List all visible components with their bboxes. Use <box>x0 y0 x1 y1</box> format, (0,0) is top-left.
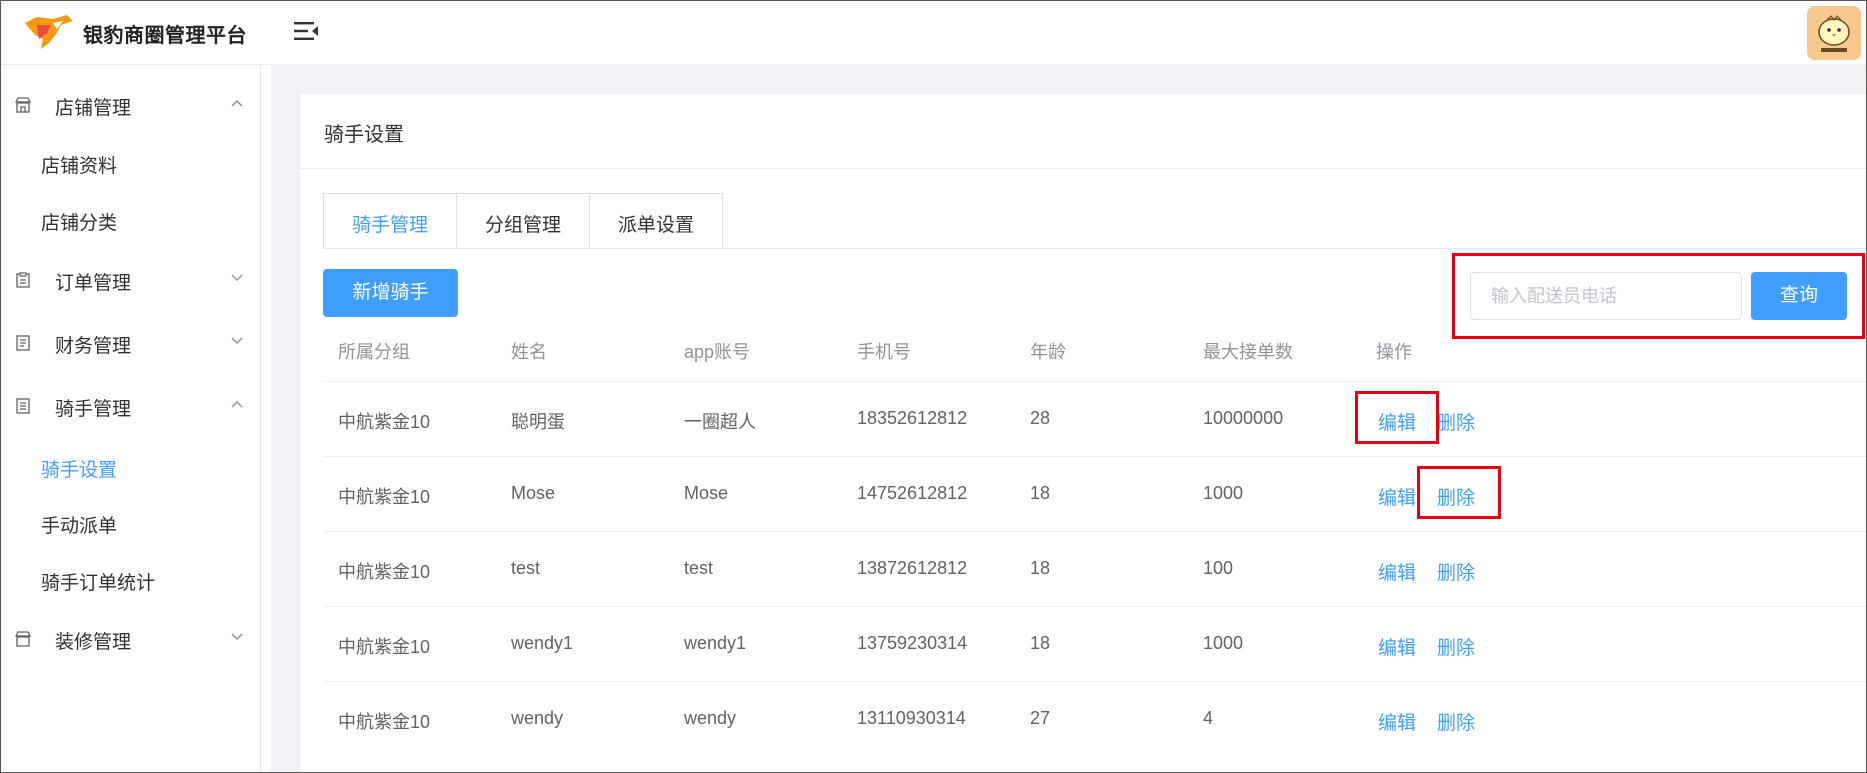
cell-age: 28 <box>1030 408 1051 428</box>
cell-group: 中航紫金10 <box>338 712 431 732</box>
sidebar: 店铺管理 店铺资料 店铺分类 订单管理 财务管理 骑手管理 骑手设置 手动派单 … <box>1 65 261 772</box>
cell-name: Mose <box>511 483 556 503</box>
delete-link[interactable]: 删除 <box>1437 708 1475 735</box>
rider-icon <box>16 398 30 414</box>
leopard-logo-icon <box>25 15 73 49</box>
clipboard-icon <box>16 272 30 288</box>
sidebar-group-label: 财务管理 <box>55 336 132 357</box>
tab-dispatch-settings[interactable]: 派单设置 <box>589 193 723 249</box>
sidebar-group-orders[interactable]: 订单管理 <box>1 252 261 308</box>
cell-phone: 13759230314 <box>857 633 968 653</box>
column-header-age: 年龄 <box>1030 342 1066 362</box>
table-row: 中航紫金10 Mose Mose 14752612812 18 1000 编辑 … <box>323 456 1866 531</box>
sidebar-group-label: 订单管理 <box>55 273 132 294</box>
sidebar-group-finance[interactable]: 财务管理 <box>1 315 261 371</box>
cell-max-orders: 100 <box>1203 558 1234 578</box>
user-avatar[interactable] <box>1807 6 1861 60</box>
chevron-down-icon <box>231 633 243 641</box>
page-title: 骑手设置 <box>324 124 404 146</box>
column-header-actions: 操作 <box>1376 342 1412 362</box>
cell-phone: 13872612812 <box>857 558 968 578</box>
table-row: 中航紫金10 聪明蛋 一圈超人 18352612812 28 10000000 … <box>323 381 1866 456</box>
sidebar-group-label: 骑手管理 <box>55 399 132 420</box>
menu-collapse-icon[interactable] <box>293 19 319 43</box>
edit-link[interactable]: 编辑 <box>1378 408 1416 435</box>
cell-age: 27 <box>1030 708 1051 728</box>
app-title: 银豹商圈管理平台 <box>83 25 247 47</box>
column-header-phone: 手机号 <box>857 342 911 362</box>
sidebar-item-rider-order-stats[interactable]: 骑手订单统计 <box>1 552 261 608</box>
rider-phone-search-input[interactable] <box>1470 272 1742 320</box>
cell-app-account: 一圈超人 <box>684 412 756 432</box>
app-frame: 银豹商圈管理平台 店铺管理 店铺资料 店铺分类 订单管理 财务管理 骑手管理 骑… <box>0 0 1867 773</box>
table-row: 中航紫金10 wendy1 wendy1 13759230314 18 1000… <box>323 606 1866 681</box>
cell-phone: 18352612812 <box>857 408 968 428</box>
table-row: 中航紫金10 wendy wendy 13110930314 27 4 编辑 删… <box>323 681 1866 756</box>
edit-link[interactable]: 编辑 <box>1378 558 1416 585</box>
cell-app-account: wendy1 <box>684 633 747 653</box>
column-header-max-orders: 最大接单数 <box>1203 342 1293 362</box>
cell-name: wendy1 <box>511 633 574 653</box>
cell-app-account: wendy <box>684 708 737 728</box>
sidebar-item-rider-settings[interactable]: 骑手设置 <box>1 439 261 495</box>
sidebar-item-store-category[interactable]: 店铺分类 <box>1 192 261 248</box>
cell-max-orders: 10000000 <box>1203 408 1284 428</box>
sidebar-group-label: 装修管理 <box>55 632 132 653</box>
edit-link[interactable]: 编辑 <box>1378 708 1416 735</box>
sidebar-group-decoration[interactable]: 装修管理 <box>1 611 261 667</box>
delete-link[interactable]: 删除 <box>1437 558 1475 585</box>
store-icon <box>15 97 31 113</box>
edit-link[interactable]: 编辑 <box>1378 633 1416 660</box>
table-row: 中航紫金10 test test 13872612812 18 100 编辑 删… <box>323 531 1866 606</box>
tab-group-management[interactable]: 分组管理 <box>456 193 590 249</box>
column-header-name: 姓名 <box>511 342 547 362</box>
cell-max-orders: 4 <box>1203 708 1214 728</box>
cell-app-account: test <box>684 558 714 578</box>
tab-rider-management[interactable]: 骑手管理 <box>323 193 457 249</box>
sidebar-item-store-profile[interactable]: 店铺资料 <box>1 135 261 191</box>
delete-link[interactable]: 删除 <box>1437 633 1475 660</box>
cell-group: 中航紫金10 <box>338 412 431 432</box>
cell-name: test <box>511 558 541 578</box>
ledger-icon <box>16 335 30 351</box>
cell-app-account: Mose <box>684 483 729 503</box>
cell-name: wendy <box>511 708 564 728</box>
chevron-down-icon <box>231 337 243 345</box>
cell-phone: 14752612812 <box>857 483 968 503</box>
sidebar-group-riders[interactable]: 骑手管理 <box>1 378 261 434</box>
add-rider-button[interactable]: 新增骑手 <box>323 269 458 317</box>
store-decoration-icon <box>15 631 31 647</box>
chick-avatar-icon <box>1807 6 1861 60</box>
top-header: 银豹商圈管理平台 <box>1 1 1866 65</box>
chevron-up-icon <box>231 99 243 107</box>
cell-phone: 13110930314 <box>857 708 966 728</box>
sidebar-group-store[interactable]: 店铺管理 <box>1 77 261 133</box>
cell-age: 18 <box>1030 633 1051 653</box>
sidebar-item-manual-dispatch[interactable]: 手动派单 <box>1 495 261 551</box>
cell-age: 18 <box>1030 483 1051 503</box>
main-content: 骑手设置 骑手管理 分组管理 派单设置 新增骑手 查询 所属分组 姓名 app账… <box>271 65 1866 772</box>
chevron-up-icon <box>231 400 243 408</box>
search-button[interactable]: 查询 <box>1751 272 1847 320</box>
column-header-app-account: app账号 <box>684 342 751 362</box>
cell-group: 中航紫金10 <box>338 637 431 657</box>
sidebar-group-label: 店铺管理 <box>55 98 132 119</box>
cell-max-orders: 1000 <box>1203 633 1244 653</box>
cell-group: 中航紫金10 <box>338 562 431 582</box>
divider <box>300 168 1866 169</box>
rider-settings-card: 骑手设置 骑手管理 分组管理 派单设置 新增骑手 查询 所属分组 姓名 app账… <box>299 93 1866 772</box>
column-header-group: 所属分组 <box>338 342 410 362</box>
cell-name: 聪明蛋 <box>511 412 565 432</box>
cell-age: 18 <box>1030 558 1051 578</box>
delete-link[interactable]: 删除 <box>1437 408 1475 435</box>
cell-max-orders: 1000 <box>1203 483 1244 503</box>
edit-link[interactable]: 编辑 <box>1378 483 1416 510</box>
delete-link[interactable]: 删除 <box>1437 483 1475 510</box>
cell-group: 中航紫金10 <box>338 487 431 507</box>
tabs-underline <box>323 248 1866 249</box>
chevron-down-icon <box>231 274 243 282</box>
